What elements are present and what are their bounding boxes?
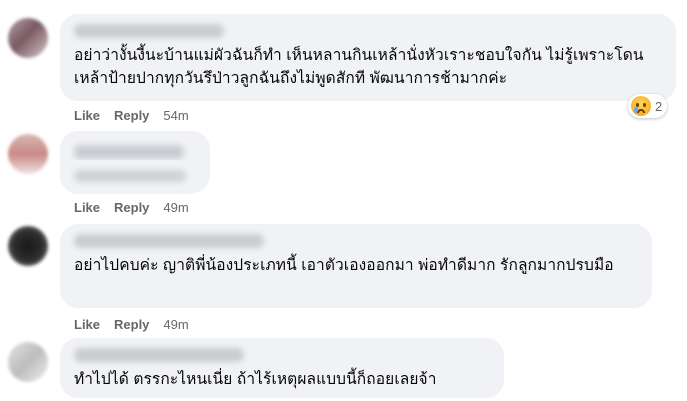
reply-button[interactable]: Reply	[114, 200, 149, 215]
author-name[interactable]	[74, 145, 184, 159]
comment-text: อย่าว่างั้นงี้นะบ้านแม่ผัวฉันก็ทำ เห็นหล…	[74, 47, 644, 87]
comment-bubble: ทำไปได้ ตรรกะไหนเนี่ย ถ้าไร้เหตุผลแบบนี้…	[60, 338, 504, 398]
avatar[interactable]	[8, 18, 48, 58]
avatar[interactable]	[8, 134, 48, 174]
like-button[interactable]: Like	[74, 108, 100, 123]
timestamp[interactable]: 49m	[163, 200, 188, 215]
reply-button[interactable]: Reply	[114, 317, 149, 332]
comment-text-blurred	[74, 170, 186, 182]
avatar[interactable]	[8, 226, 48, 266]
sad-reaction-icon	[631, 96, 651, 116]
comment-text: อย่าไปคบค่ะ ญาติพี่น้องประเภทนี้ เอาตัวเ…	[74, 257, 614, 274]
comment-bubble: อย่าว่างั้นงี้นะบ้านแม่ผัวฉันก็ทำ เห็นหล…	[60, 14, 676, 101]
reply-button[interactable]: Reply	[114, 108, 149, 123]
comment-bubble: อย่าไปคบค่ะ ญาติพี่น้องประเภทนี้ เอาตัวเ…	[60, 224, 652, 308]
comment-actions: Like Reply 54m	[74, 108, 189, 123]
comment-text: ทำไปได้ ตรรกะไหนเนี่ย ถ้าไร้เหตุผลแบบนี้…	[74, 371, 437, 388]
author-name[interactable]	[74, 348, 244, 362]
author-name[interactable]	[74, 234, 264, 248]
timestamp[interactable]: 54m	[163, 108, 188, 123]
reaction-summary[interactable]: 2	[628, 94, 668, 118]
like-button[interactable]: Like	[74, 200, 100, 215]
like-button[interactable]: Like	[74, 317, 100, 332]
author-name[interactable]	[74, 24, 224, 38]
reaction-count: 2	[655, 98, 663, 114]
timestamp[interactable]: 49m	[163, 317, 188, 332]
comment-actions: Like Reply 49m	[74, 200, 189, 215]
comment-bubble-continued	[60, 160, 205, 194]
avatar[interactable]	[8, 342, 48, 382]
comment-actions: Like Reply 49m	[74, 317, 189, 332]
